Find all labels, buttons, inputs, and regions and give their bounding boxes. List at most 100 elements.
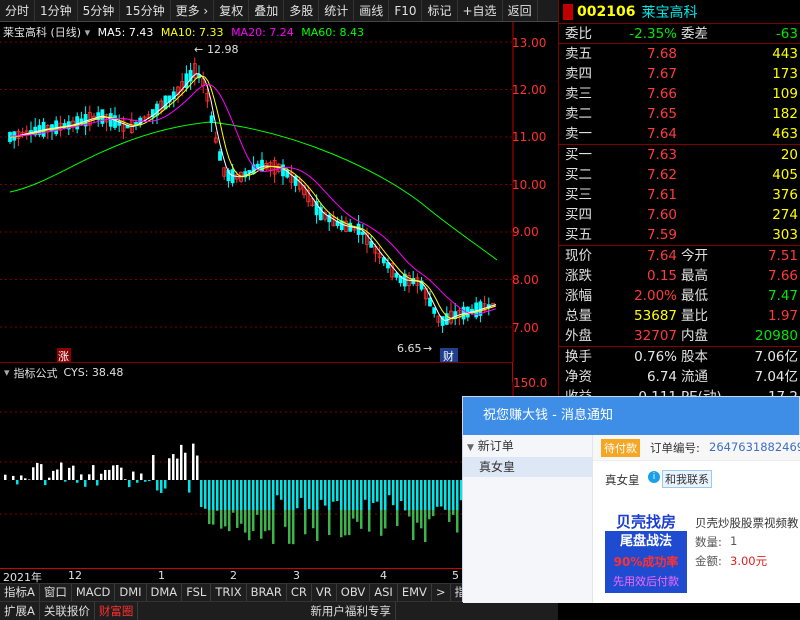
bid-row[interactable]: 买二 7.62 405 bbox=[559, 165, 800, 185]
kline-chart[interactable]: 莱宝高科 (日线) ▾ MA5: 7.43 MA10: 7.33 MA20: 7… bbox=[0, 22, 558, 363]
back-button[interactable]: 返回 bbox=[503, 0, 538, 21]
wei-bi-value: -2.35% bbox=[629, 26, 677, 42]
indicator-bar bbox=[380, 480, 383, 510]
contact-me-button[interactable]: 和我联系 bbox=[662, 470, 712, 488]
candle-body bbox=[281, 164, 285, 177]
order-number[interactable]: 2647631882469 bbox=[709, 440, 800, 454]
tab-dmi[interactable]: DMI bbox=[115, 584, 147, 601]
tree-group[interactable]: ▼ 新订单 bbox=[463, 435, 592, 457]
restore-right-button[interactable]: 复权 bbox=[214, 0, 250, 21]
tab-wealth-circle[interactable]: 财富圈 bbox=[95, 602, 139, 620]
statistics-button[interactable]: 统计 bbox=[319, 0, 355, 21]
tabs-scroll-right-icon[interactable]: > bbox=[432, 584, 451, 601]
tab-timeshare[interactable]: 分时 bbox=[0, 0, 36, 21]
indicator-bar bbox=[236, 510, 239, 528]
indicator-bar bbox=[312, 510, 315, 529]
tab-15min[interactable]: 15分钟 bbox=[120, 0, 171, 21]
draw-line-button[interactable]: 画线 bbox=[354, 0, 390, 21]
tab-vr[interactable]: VR bbox=[312, 584, 337, 601]
indicator-bar bbox=[228, 510, 231, 532]
stat-label: 涨跌 bbox=[565, 268, 592, 284]
indicator-bar bbox=[172, 454, 175, 480]
indicator-bar bbox=[176, 458, 179, 480]
tab-brar[interactable]: BRAR bbox=[247, 584, 287, 601]
indicator-bar bbox=[412, 480, 415, 510]
bid-row[interactable]: 买一 7.63 20 bbox=[559, 145, 800, 165]
bid-row[interactable]: 买四 7.60 274 bbox=[559, 205, 800, 225]
stat-label: 内盘 bbox=[681, 328, 708, 344]
indicator-bar bbox=[260, 480, 263, 510]
add-watchlist-button[interactable]: +自选 bbox=[458, 0, 503, 21]
tab-window[interactable]: 窗口 bbox=[40, 584, 72, 601]
bid-label: 买五 bbox=[565, 227, 592, 243]
tab-trix[interactable]: TRIX bbox=[211, 584, 247, 601]
indicator-bar bbox=[308, 480, 311, 509]
tab-more[interactable]: 更多 › bbox=[171, 0, 215, 21]
tab-5min[interactable]: 5分钟 bbox=[78, 0, 121, 21]
indicator-bar bbox=[300, 480, 303, 498]
tab-obv[interactable]: OBV bbox=[337, 584, 371, 601]
chevron-down-icon[interactable]: ▾ bbox=[4, 366, 10, 379]
high-price-label: 12.98 bbox=[207, 43, 239, 56]
stat-value: 7.51 bbox=[767, 248, 798, 264]
indicator-bar bbox=[428, 510, 431, 520]
tab-related-quote[interactable]: 关联报价 bbox=[40, 602, 95, 620]
ask-row[interactable]: 卖一 7.64 463 bbox=[559, 124, 800, 144]
bid-row[interactable]: 买五 7.59 303 bbox=[559, 225, 800, 245]
quote-header: 002106 莱宝高科 bbox=[559, 0, 800, 24]
indicator-bar bbox=[424, 510, 427, 542]
bid-row[interactable]: 买三 7.61 376 bbox=[559, 185, 800, 205]
stat-label: 外盘 bbox=[565, 328, 592, 344]
chevron-down-icon[interactable]: ▾ bbox=[85, 26, 91, 39]
stock-code: 002106 bbox=[577, 3, 636, 20]
banner-line-2: 尾盘战法 bbox=[605, 531, 687, 553]
indicator-bar bbox=[432, 480, 435, 510]
tree-item[interactable]: 真女皇 bbox=[463, 457, 592, 477]
bid-book: 买一 7.63 20 买二 7.62 405 买三 7.61 376 买四 7.60 274 买… bbox=[559, 145, 800, 245]
indicator-bar bbox=[88, 474, 91, 480]
candle-body bbox=[360, 231, 365, 235]
indicator-bar bbox=[288, 510, 291, 544]
indicator-bar bbox=[268, 480, 271, 510]
indicator-bar bbox=[100, 473, 103, 480]
tab-emv[interactable]: EMV bbox=[398, 584, 432, 601]
bid-volume: 303 bbox=[772, 227, 798, 243]
indicator-bar bbox=[28, 479, 31, 480]
popup-title[interactable]: 祝您赚大钱 - 消息通知 bbox=[463, 397, 799, 435]
indicator-formula-label[interactable]: 指标公式 bbox=[14, 365, 58, 381]
tab-new-user-benefit[interactable]: 新用户福利专享 bbox=[306, 602, 396, 620]
tab-fsl[interactable]: FSL bbox=[182, 584, 212, 601]
ma10-value: MA10: 7.33 bbox=[160, 26, 224, 39]
product-title[interactable]: 贝壳炒股股票视频教 bbox=[695, 515, 799, 531]
tab-indicator-a[interactable]: 指标A bbox=[0, 584, 40, 601]
indicator-bar bbox=[328, 480, 331, 510]
bid-volume: 274 bbox=[772, 207, 798, 223]
ask-row[interactable]: 卖五 7.68 443 bbox=[559, 44, 800, 64]
product-banner[interactable]: 贝壳找房 尾盘战法 90%成功率 先用效后付款 bbox=[605, 511, 687, 593]
tab-cr[interactable]: CR bbox=[287, 584, 312, 601]
ask-row[interactable]: 卖四 7.67 173 bbox=[559, 64, 800, 84]
ask-price: 7.66 bbox=[646, 86, 677, 102]
indicator-bar bbox=[320, 480, 323, 500]
ask-row[interactable]: 卖三 7.66 109 bbox=[559, 84, 800, 104]
stat-label: 量比 bbox=[681, 308, 708, 324]
tab-macd[interactable]: MACD bbox=[72, 584, 116, 601]
indicator-bar bbox=[416, 480, 419, 510]
ask-row[interactable]: 卖二 7.65 182 bbox=[559, 104, 800, 124]
indicator-bar bbox=[240, 510, 243, 524]
multi-stock-button[interactable]: 多股 bbox=[284, 0, 320, 21]
tab-dma[interactable]: DMA bbox=[147, 584, 183, 601]
mark-button[interactable]: 标记 bbox=[422, 0, 458, 21]
indicator-bar bbox=[420, 510, 423, 529]
low-price-label: 6.65 bbox=[397, 342, 422, 355]
indicator-bar bbox=[316, 510, 319, 541]
tab-1min[interactable]: 1分钟 bbox=[35, 0, 78, 21]
stat-value: 7.64 bbox=[646, 248, 677, 264]
tab-asi[interactable]: ASI bbox=[370, 584, 398, 601]
tab-extension-a[interactable]: 扩展A bbox=[0, 602, 40, 620]
overlay-button[interactable]: 叠加 bbox=[249, 0, 285, 21]
f10-button[interactable]: F10 bbox=[389, 0, 423, 21]
banner-line-3: 90%成功率 bbox=[605, 553, 687, 571]
price-tick-10: 10.00 bbox=[512, 178, 546, 192]
bid-label: 买四 bbox=[565, 207, 592, 223]
